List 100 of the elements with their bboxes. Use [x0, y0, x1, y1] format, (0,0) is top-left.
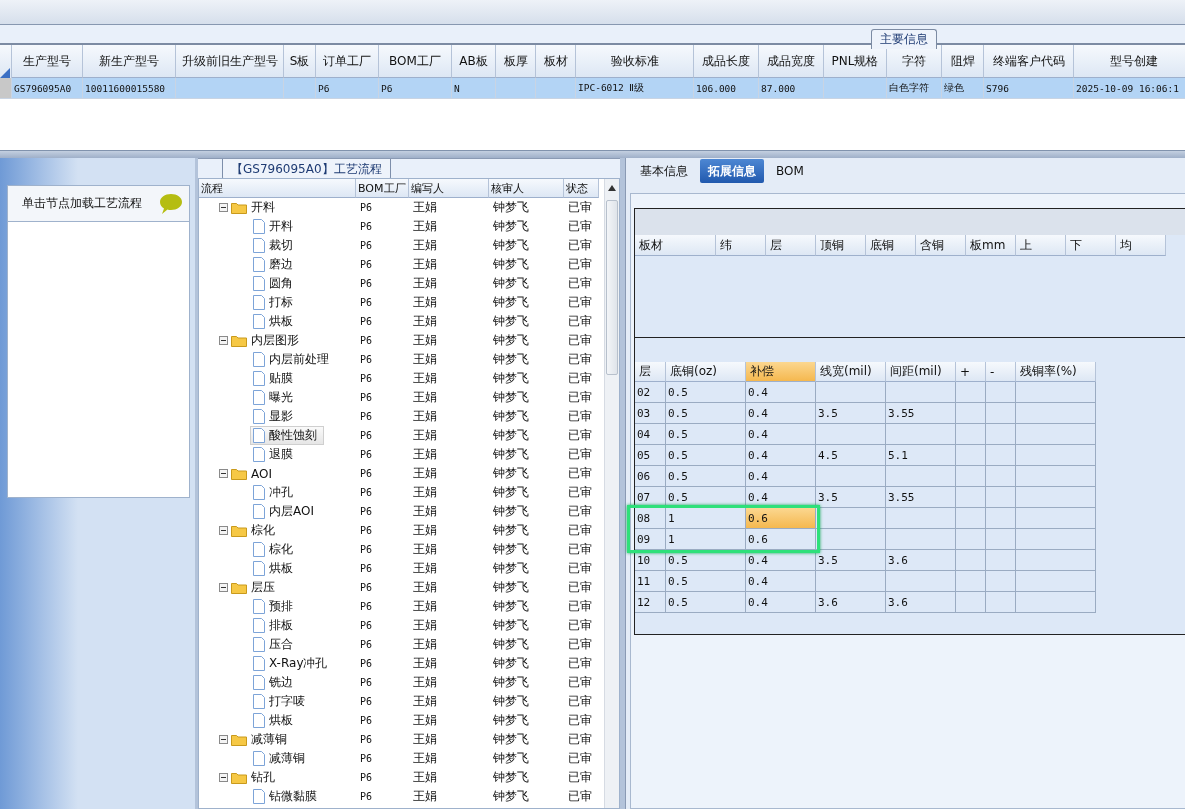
tree-node[interactable]: 烘板	[250, 711, 300, 730]
column-header[interactable]: 层	[766, 235, 816, 256]
tree-node[interactable]: 减薄铜	[250, 749, 312, 768]
column-header[interactable]: 板材	[536, 45, 576, 78]
collapse-icon[interactable]	[219, 773, 228, 782]
column-header[interactable]: PNL规格	[824, 45, 887, 78]
column-header[interactable]: 板mm	[966, 235, 1016, 256]
table-cell-text: P6	[359, 429, 374, 443]
scrollbar-thumb[interactable]	[606, 200, 618, 375]
tree-node[interactable]: X-Ray冲孔	[250, 654, 335, 673]
table-cell-text: 已审	[567, 655, 593, 672]
table-cell: 87.000	[759, 78, 824, 99]
tree-node[interactable]: 裁切	[250, 236, 300, 255]
tree-node[interactable]: 打字唛	[250, 692, 312, 711]
table-cell-text: 王娟	[412, 655, 438, 672]
column-header[interactable]: 成品宽度	[759, 45, 824, 78]
tree-node[interactable]: 酸性蚀刻	[250, 426, 324, 445]
column-header[interactable]: 阻焊	[942, 45, 984, 78]
column-header[interactable]: 均	[1116, 235, 1166, 256]
tree-node[interactable]: 磨边	[250, 255, 300, 274]
column-header[interactable]: 含铜	[916, 235, 966, 256]
column-header[interactable]: -	[986, 362, 1016, 382]
tree-node[interactable]: 层压	[228, 578, 282, 597]
collapse-icon[interactable]	[219, 203, 228, 212]
tree-node[interactable]: 内层AOI	[250, 502, 321, 521]
column-header[interactable]: 层	[635, 362, 666, 382]
tree-node[interactable]: 开料	[228, 198, 282, 217]
collapse-icon[interactable]	[219, 583, 228, 592]
collapse-icon[interactable]	[219, 469, 228, 478]
scrollbar[interactable]	[604, 179, 619, 808]
collapse-icon[interactable]	[219, 735, 228, 744]
table-cell: 03	[635, 403, 666, 424]
column-header[interactable]: 流程	[199, 179, 356, 198]
column-header[interactable]: 验收标准	[576, 45, 694, 78]
tree-node[interactable]: AOI	[228, 464, 279, 483]
column-header[interactable]: 终端客户代码	[984, 45, 1074, 78]
tab[interactable]: 拓展信息	[700, 159, 764, 183]
column-header[interactable]: 板厚	[496, 45, 536, 78]
collapse-icon[interactable]	[219, 526, 228, 535]
hint-text: 单击节点加载工艺流程	[22, 195, 142, 212]
column-header[interactable]: 编写人	[409, 179, 489, 198]
tree-node[interactable]: 开料	[250, 217, 300, 236]
column-header[interactable]: +	[956, 362, 986, 382]
tree-node[interactable]: 贴膜	[250, 369, 300, 388]
tree-node[interactable]: 棕化	[250, 540, 300, 559]
tree-node[interactable]: 压合	[250, 635, 300, 654]
column-header[interactable]: 残铜率(%)	[1016, 362, 1096, 382]
column-header[interactable]: 纬	[716, 235, 766, 256]
column-header[interactable]: S板	[284, 45, 316, 78]
column-header[interactable]: 新生产型号	[83, 45, 176, 78]
column-header[interactable]: 成品长度	[694, 45, 759, 78]
table-cell-text: 王娟	[412, 370, 438, 387]
column-header[interactable]: 底铜	[866, 235, 916, 256]
tree-node[interactable]: 钻孔	[228, 768, 282, 787]
table-cell-text: 钟梦飞	[492, 655, 530, 672]
tree-node[interactable]: 打标	[250, 293, 300, 312]
column-header[interactable]: AB板	[452, 45, 496, 78]
tree-node[interactable]: 退膜	[250, 445, 300, 464]
table-cell-text: 王娟	[412, 674, 438, 691]
tree-node[interactable]: 内层图形	[228, 331, 306, 350]
table-cell-text: 已审	[567, 256, 593, 273]
column-header[interactable]: 顶铜	[816, 235, 866, 256]
column-header[interactable]: 补偿	[746, 362, 816, 382]
column-header[interactable]: 状态	[564, 179, 599, 198]
tree-node[interactable]: 减薄铜	[228, 730, 294, 749]
column-header[interactable]: 上	[1016, 235, 1066, 256]
tree-node[interactable]: 排板	[250, 616, 300, 635]
tree-node[interactable]: 烘板	[250, 559, 300, 578]
column-header[interactable]: 板材	[635, 235, 716, 256]
tree-node[interactable]: 显影	[250, 407, 300, 426]
document-icon	[253, 504, 265, 519]
column-header[interactable]: 下	[1066, 235, 1116, 256]
tree-node[interactable]: 曝光	[250, 388, 300, 407]
column-header[interactable]: 生产型号	[12, 45, 83, 78]
column-header[interactable]: BOM工厂	[379, 45, 452, 78]
tree-node[interactable]: 铣边	[250, 673, 300, 692]
scroll-up-icon[interactable]	[607, 184, 617, 192]
tab[interactable]: BOM	[768, 159, 812, 183]
column-header[interactable]: 订单工厂	[316, 45, 379, 78]
tree-node[interactable]: 冲孔	[250, 483, 300, 502]
column-header[interactable]: 线宽(mil)	[816, 362, 886, 382]
table-cell-text: 钟梦飞	[492, 484, 530, 501]
table-cell: N	[452, 78, 496, 99]
tree-node[interactable]: 内层前处理	[250, 350, 336, 369]
hint-bar[interactable]: 单击节点加载工艺流程	[7, 185, 190, 222]
tree-node[interactable]: 棕化	[228, 521, 282, 540]
collapse-icon[interactable]	[219, 336, 228, 345]
tree-node[interactable]: 预排	[250, 597, 300, 616]
tree-node[interactable]: 圆角	[250, 274, 300, 293]
column-header[interactable]: 间距(mil)	[886, 362, 956, 382]
table-cell-text: P6	[359, 714, 374, 728]
table-cell: 10011600015580	[83, 78, 176, 99]
column-header[interactable]: BOM工厂	[356, 179, 409, 198]
column-header[interactable]: 升级前旧生产型号	[176, 45, 284, 78]
tree-node[interactable]: 烘板	[250, 312, 300, 331]
column-header[interactable]: 型号创建	[1074, 45, 1185, 78]
column-header[interactable]: 核审人	[489, 179, 564, 198]
tree-node[interactable]: 钻微黏膜	[250, 787, 324, 806]
tab[interactable]: 基本信息	[632, 159, 696, 183]
column-header[interactable]: 底铜(oz)	[666, 362, 746, 382]
